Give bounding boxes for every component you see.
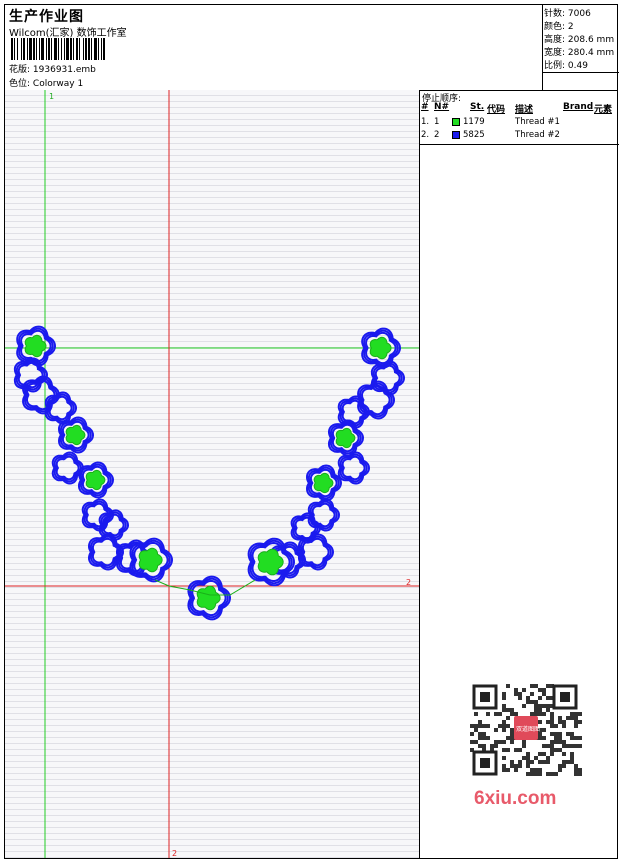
stats-panel: 针数: 7006 颜色: 2 高度: 208.6 mm 宽度: 280.4 mm…	[542, 5, 619, 90]
col-header-n: N#	[434, 102, 450, 112]
row-desc: Thread #2	[515, 130, 560, 140]
stat-colors: 颜色: 2	[544, 22, 574, 32]
embroidery-design: 1 2 2	[5, 90, 419, 858]
flower-center	[335, 427, 356, 449]
col-header-st: St.	[470, 102, 485, 112]
stat-width: 宽度: 280.4 mm	[544, 48, 615, 58]
col-header-desc: 描述	[515, 105, 534, 115]
flower-center	[369, 336, 392, 360]
flower-chain	[13, 325, 406, 621]
flower-motif	[305, 464, 343, 502]
thread-swatch	[452, 131, 460, 139]
company-name: Wilcom(汇家) 数饰工作室	[9, 28, 127, 39]
guide-red-label-right: 2	[406, 578, 411, 587]
design-file: 花版: 1936931.emb	[9, 62, 96, 75]
flower-motif	[357, 380, 396, 420]
row-code: 5825	[463, 130, 485, 140]
guide-green-label: 1	[49, 92, 54, 101]
flower-motif	[370, 360, 406, 396]
flower-motif	[57, 416, 95, 454]
thread-swatch	[452, 118, 460, 126]
stats-divider	[542, 72, 619, 73]
row-index: 1.	[421, 117, 430, 127]
flower-center	[85, 469, 106, 491]
flower-center	[24, 334, 47, 358]
flower-center	[313, 472, 334, 494]
table-row: 2. 2 5825 Thread #2	[421, 130, 617, 142]
flower-center	[196, 585, 221, 611]
design-canvas: 1 2 2	[5, 90, 420, 858]
stat-height: 高度: 208.6 mm	[544, 35, 615, 45]
flower-center	[138, 547, 163, 573]
colorway-value: Colorway 1	[32, 79, 84, 89]
flower-center	[65, 424, 86, 446]
colorway-label: 色位:	[9, 79, 31, 89]
stat-scale: 比例: 0.49	[544, 61, 588, 71]
col-header-index: #	[421, 102, 429, 112]
row-code: 1179	[463, 117, 485, 127]
watermark-brand: 6xiu.com	[474, 788, 557, 809]
guide-red-label-bottom: 2	[172, 849, 177, 858]
col-header-element: 元素	[594, 105, 613, 115]
qr-code-icon: 双道图图	[466, 680, 584, 780]
row-n: 2	[434, 130, 440, 140]
flower-motif	[307, 498, 341, 532]
row-index: 2.	[421, 130, 430, 140]
flower-motif	[78, 461, 115, 499]
page-title: 生产作业图	[9, 9, 84, 25]
colorway: 色位: Colorway 1	[9, 76, 83, 89]
flower-motif	[187, 575, 232, 621]
header: 生产作业图 Wilcom(汇家) 数饰工作室 花版: 1936931.emb 色…	[5, 5, 543, 90]
table-divider	[419, 144, 619, 145]
table-row: 1. 1 1179 Thread #1	[421, 117, 617, 129]
flower-motif	[129, 537, 174, 583]
row-n: 1	[434, 117, 440, 127]
stat-stitches: 针数: 7006	[544, 9, 591, 19]
flower-motif	[44, 391, 77, 425]
flower-motif	[51, 451, 85, 485]
col-header-code: 代码	[487, 105, 506, 115]
design-value: 1936931.emb	[32, 65, 96, 75]
col-header-brand: Brand	[563, 102, 594, 112]
flower-motif	[337, 451, 371, 485]
design-label: 花版:	[9, 65, 31, 75]
barcode-icon	[11, 38, 143, 60]
row-desc: Thread #1	[515, 117, 560, 127]
qr-badge: 双道图图	[516, 725, 540, 733]
